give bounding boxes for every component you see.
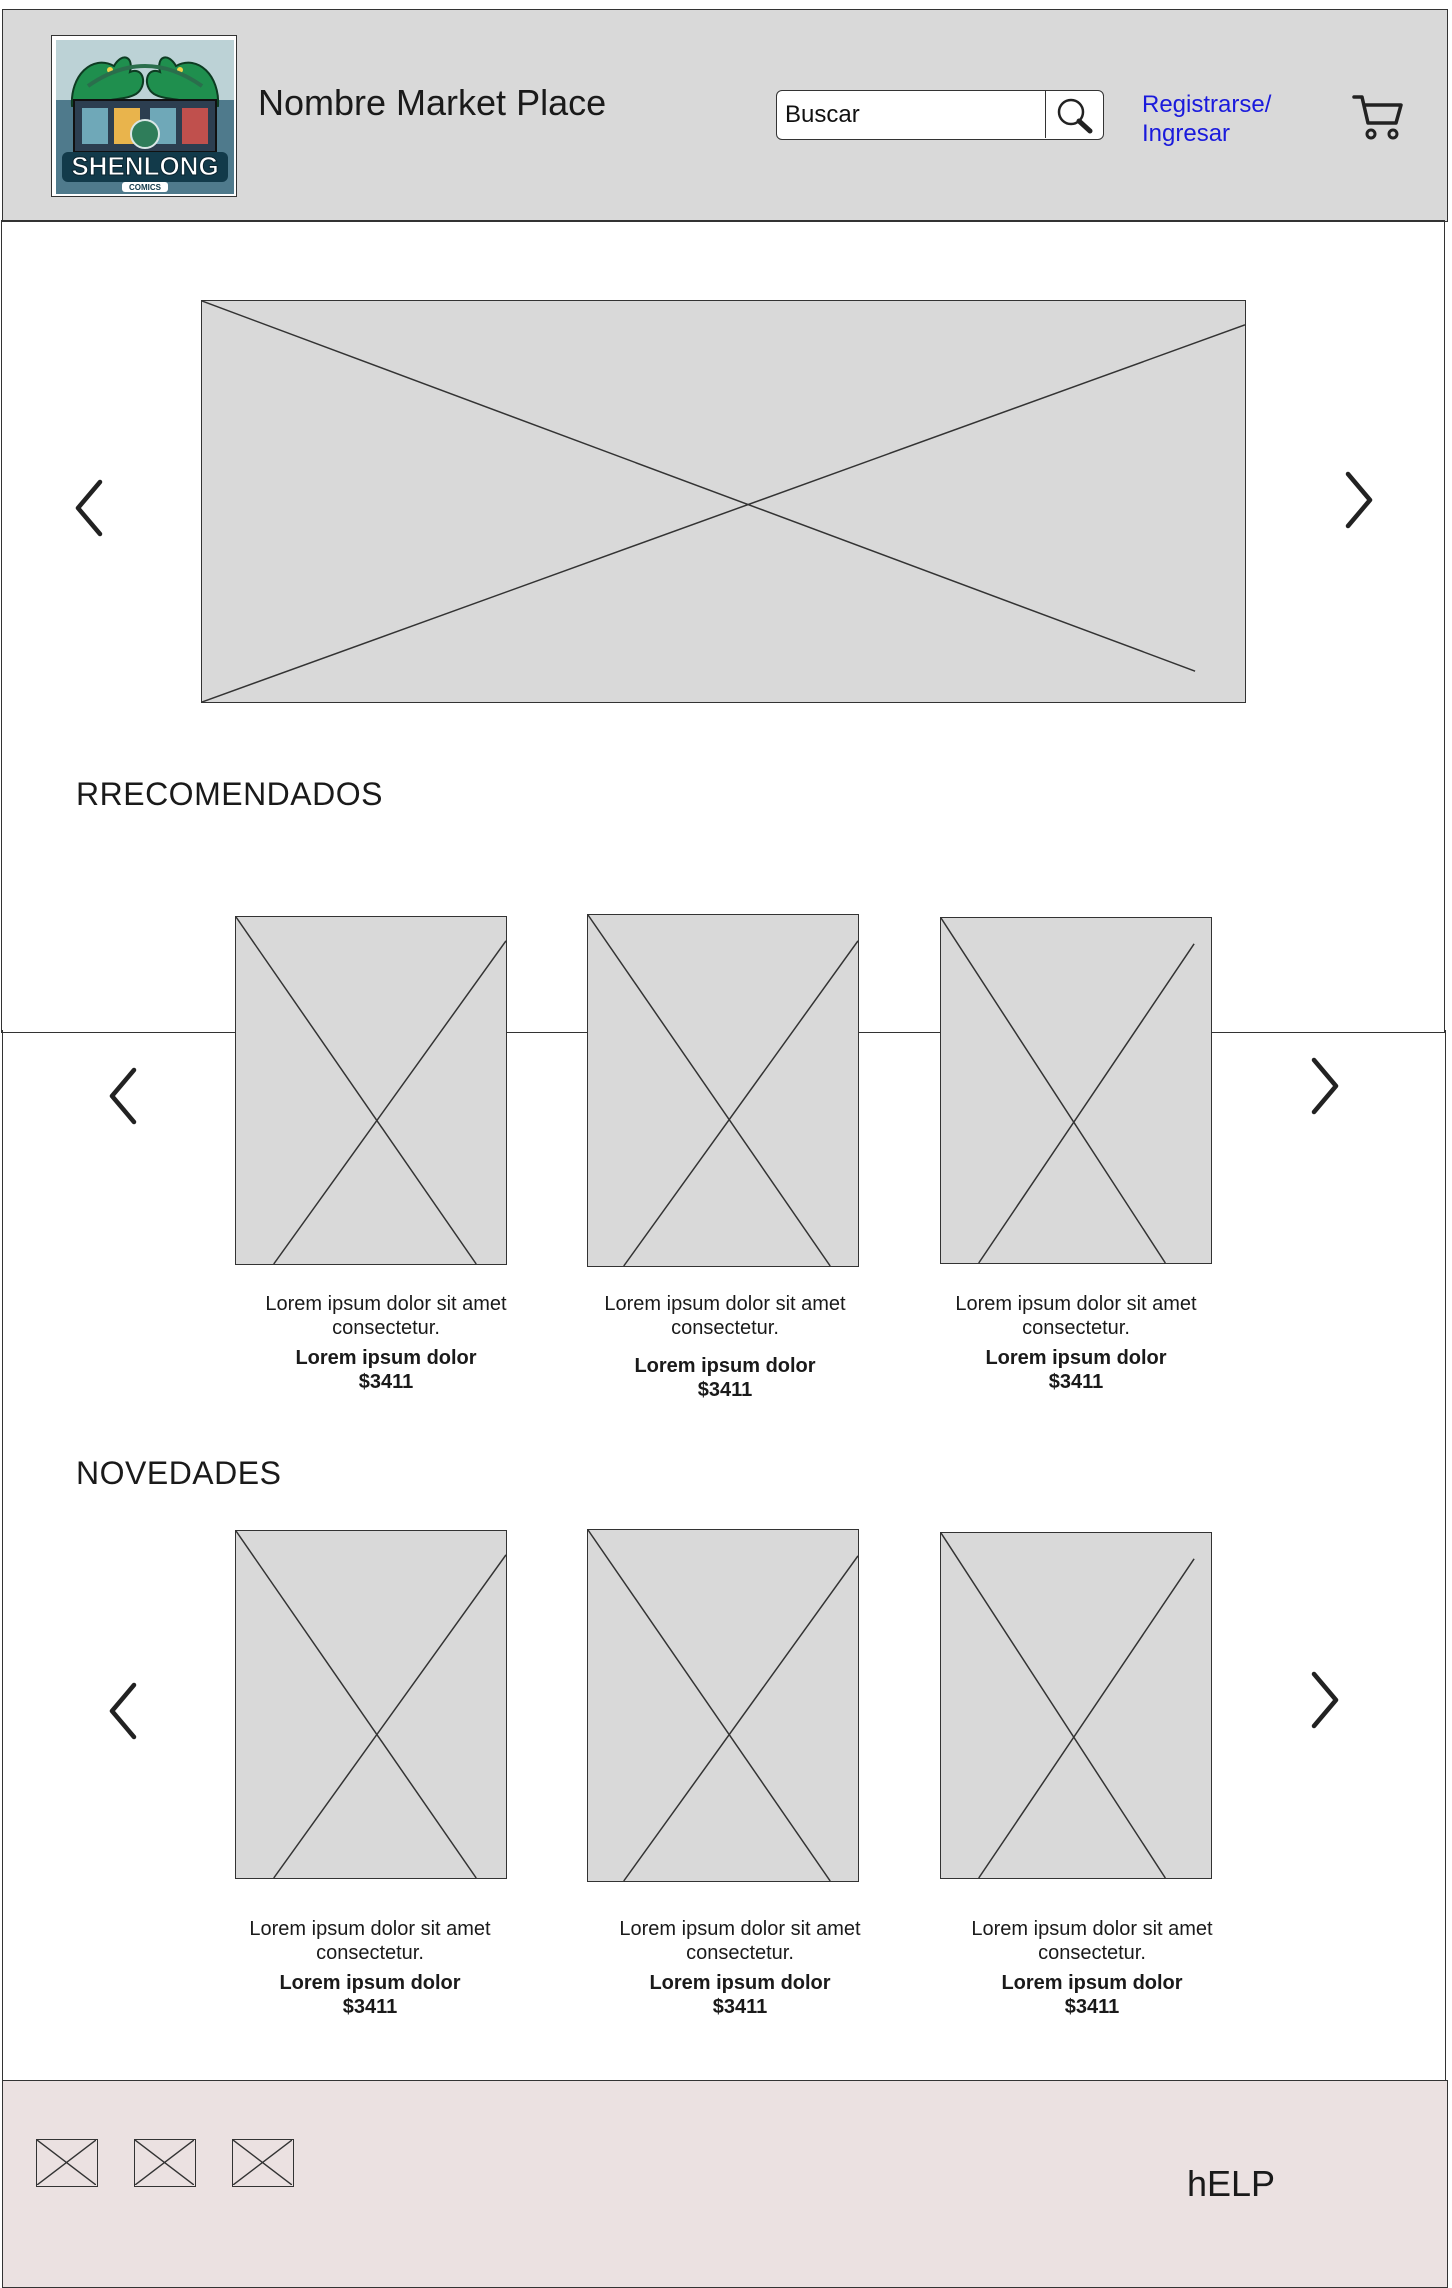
product-name: Lorem ipsum dolor [279,1972,461,1994]
image-placeholder-icon [236,917,506,1264]
product-name: Lorem ipsum dolor [295,1347,477,1369]
chevron-left-icon [75,479,103,537]
product-name: Lorem ipsum dolor [634,1355,816,1377]
image-placeholder-icon [36,2139,97,2186]
product-image[interactable] [940,917,1212,1264]
product-description-cont: consectetur. [1022,1317,1130,1339]
product-description: Lorem ipsum dolor sit amet [265,1293,507,1315]
product-card-text: Lorem ipsum dolor sit amet consectetur. … [931,1292,1221,1394]
svg-text:SHENLONG: SHENLONG [71,151,218,181]
search-input[interactable] [777,91,1045,138]
product-description: Lorem ipsum dolor sit amet [619,1918,861,1940]
shenlong-comics-logo[interactable]: SHENLONG COMICS [51,35,237,197]
chevron-left-icon [109,1682,137,1740]
chevron-right-icon [1311,1671,1339,1729]
logo-image: SHENLONG COMICS [56,40,234,194]
chevron-left-icon [109,1067,137,1125]
product-card-text: Lorem ipsum dolor sit amet consectetur. … [595,1917,885,2019]
product-image[interactable] [940,1532,1212,1879]
image-placeholder-icon [941,1533,1195,1878]
login-link-text: Ingresar [1142,120,1231,147]
register-link-text: Registrarse/ [1142,91,1272,118]
recommended-next-button[interactable] [1304,1054,1344,1118]
product-card-text: Lorem ipsum dolor sit amet consectetur. … [947,1917,1237,2019]
new-prev-button[interactable] [104,1679,144,1743]
image-placeholder-icon [232,2139,293,2186]
image-placeholder-icon [588,915,858,1266]
product-name: Lorem ipsum dolor [649,1972,831,1994]
product-name: Lorem ipsum dolor [1001,1972,1183,1994]
social-link-1[interactable] [36,2139,98,2187]
product-card-text: Lorem ipsum dolor sit amet consectetur. … [241,1292,531,1394]
hero-next-button[interactable] [1338,468,1378,532]
image-placeholder-icon [941,918,1195,1263]
recommended-prev-button[interactable] [104,1064,144,1128]
image-placeholder-icon [588,1530,858,1881]
cart-icon [1352,95,1403,140]
product-price: $3411 [342,1996,398,2018]
product-price: $3411 [712,1996,768,2018]
new-arrivals-title: NOVEDADES [76,1455,282,1491]
new-next-button[interactable] [1304,1668,1344,1732]
image-placeholder-icon [202,301,1245,702]
product-description-cont: consectetur. [671,1317,779,1339]
product-price: $3411 [1064,1996,1120,2018]
product-card-text: Lorem ipsum dolor sit amet consectetur. … [225,1917,515,2019]
hero-prev-button[interactable] [70,476,110,540]
help-link[interactable]: hELP [1187,2163,1275,2205]
search-icon [1057,98,1093,134]
recommended-title: RRECOMENDADOS [76,776,383,812]
image-placeholder-icon [236,1531,506,1878]
product-image[interactable] [235,1530,507,1879]
image-placeholder-icon [134,2139,195,2186]
register-login-link[interactable]: Registrarse/ Ingresar [1142,90,1271,148]
cart-button[interactable] [1352,93,1404,141]
product-image[interactable] [587,1529,859,1882]
product-description-cont: consectetur. [332,1317,440,1339]
product-description-cont: consectetur. [686,1942,794,1964]
search-bar [776,90,1104,140]
hero-banner-image[interactable] [201,300,1246,703]
social-link-3[interactable] [232,2139,294,2187]
product-description: Lorem ipsum dolor sit amet [971,1918,1213,1940]
product-card-text: Lorem ipsum dolor sit amet consectetur. … [580,1292,870,1402]
product-description: Lorem ipsum dolor sit amet [249,1918,491,1940]
search-button[interactable] [1045,91,1102,138]
product-image[interactable] [235,916,507,1265]
chevron-right-icon [1311,1057,1339,1115]
chevron-right-icon [1345,471,1373,529]
svg-text:COMICS: COMICS [129,183,162,192]
product-price: $3411 [1048,1371,1104,1393]
product-description: Lorem ipsum dolor sit amet [604,1293,846,1315]
product-price: $3411 [358,1371,414,1393]
product-description-cont: consectetur. [1038,1942,1146,1964]
product-name: Lorem ipsum dolor [985,1347,1167,1369]
product-description-cont: consectetur. [316,1942,424,1964]
product-description: Lorem ipsum dolor sit amet [955,1293,1197,1315]
social-link-2[interactable] [134,2139,196,2187]
site-title: Nombre Market Place [258,82,607,123]
product-image[interactable] [587,914,859,1267]
product-price: $3411 [697,1379,753,1401]
